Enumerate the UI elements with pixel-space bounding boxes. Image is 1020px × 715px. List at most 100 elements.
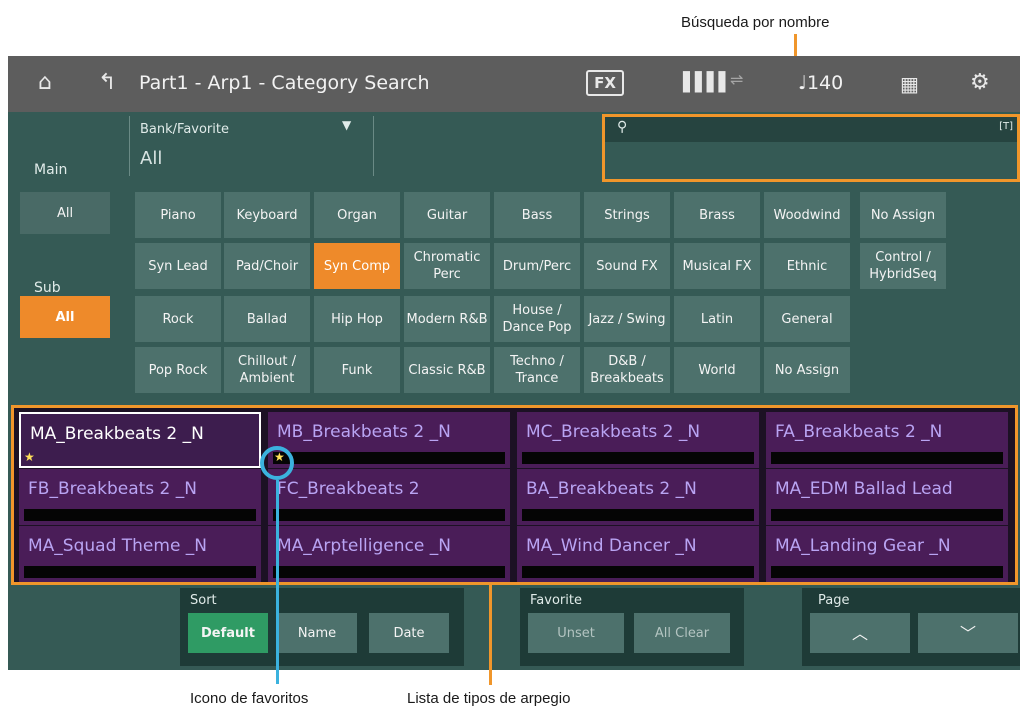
arp-type-name: MB_Breakbeats 2 _N: [277, 422, 451, 442]
main-label: Main: [34, 162, 68, 178]
tempo-display[interactable]: ♩140: [798, 72, 843, 94]
name-search-field[interactable]: ⚲ [T]: [602, 114, 1020, 182]
sub-category-d-b-breakbeats[interactable]: D&B / Breakbeats: [584, 347, 670, 393]
sub-category-jazz-swing[interactable]: Jazz / Swing: [584, 296, 670, 342]
favorite-star-icon: ★: [24, 450, 35, 464]
sub-category-classic-r-b[interactable]: Classic R&B: [404, 347, 490, 393]
arp-type-name: MA_Breakbeats 2 _N: [30, 424, 204, 444]
sub-category-latin[interactable]: Latin: [674, 296, 760, 342]
arp-type-bar: [273, 509, 505, 521]
main-category-pad-choir[interactable]: Pad/Choir: [224, 243, 310, 289]
main-category-keyboard[interactable]: Keyboard: [224, 192, 310, 238]
sort-name-button[interactable]: Name: [277, 613, 357, 653]
bank-label: Bank/Favorite: [140, 122, 229, 137]
annotation-arp-list: Lista de tipos de arpegio: [407, 690, 571, 707]
sub-category-house-dance-pop[interactable]: House / Dance Pop: [494, 296, 580, 342]
sub-category-rock[interactable]: Rock: [135, 296, 221, 342]
arp-type-bar: [771, 566, 1003, 578]
main-category-strings[interactable]: Strings: [584, 192, 670, 238]
back-arrow-icon[interactable]: ↰: [98, 70, 116, 95]
arp-type-item[interactable]: FA_Breakbeats 2 _N: [766, 412, 1008, 468]
arp-type-item[interactable]: MA_Arptelligence _N: [268, 526, 510, 582]
arp-type-item[interactable]: BA_Breakbeats 2 _N: [517, 469, 759, 525]
arp-type-item[interactable]: MC_Breakbeats 2 _N: [517, 412, 759, 468]
arp-type-name: MA_Arptelligence _N: [277, 536, 451, 556]
arp-type-item[interactable]: FC_Breakbeats 2: [268, 469, 510, 525]
main-category-piano[interactable]: Piano: [135, 192, 221, 238]
arp-type-bar: [771, 509, 1003, 521]
main-category-sound-fx[interactable]: Sound FX: [584, 243, 670, 289]
arp-type-name: FB_Breakbeats 2 _N: [28, 479, 197, 499]
arp-type-bar: [522, 509, 754, 521]
arp-type-item[interactable]: MA_Landing Gear _N: [766, 526, 1008, 582]
page-label: Page: [818, 593, 850, 608]
annotation-favorite-icon: Icono de favoritos: [190, 690, 309, 707]
sub-category-funk[interactable]: Funk: [314, 347, 400, 393]
arp-type-item[interactable]: MA_Wind Dancer _N: [517, 526, 759, 582]
sub-category-pop-rock[interactable]: Pop Rock: [135, 347, 221, 393]
arp-type-bar: [24, 566, 256, 578]
annotation-line-favorite: [276, 480, 279, 684]
search-input[interactable]: [605, 142, 1017, 179]
main-category-chromatic-perc[interactable]: Chromatic Perc: [404, 243, 490, 289]
grid-icon[interactable]: ▦: [900, 72, 919, 96]
page-down-button[interactable]: ﹀: [918, 613, 1018, 653]
arp-type-bar: [273, 566, 505, 578]
sub-category-no-assign[interactable]: No Assign: [764, 347, 850, 393]
main-category-no-assign[interactable]: No Assign: [860, 192, 946, 238]
arp-type-item[interactable]: MA_Squad Theme _N: [19, 526, 261, 582]
sub-category-ballad[interactable]: Ballad: [224, 296, 310, 342]
main-category-drum-perc[interactable]: Drum/Perc: [494, 243, 580, 289]
main-category-bass[interactable]: Bass: [494, 192, 580, 238]
top-bar: ⌂ ↰ Part1 - Arp1 - Category Search FX ▐▐…: [8, 56, 1020, 112]
sub-category-world[interactable]: World: [674, 347, 760, 393]
arp-type-name: MA_Landing Gear _N: [775, 536, 951, 556]
sub-category-techno-trance[interactable]: Techno / Trance: [494, 347, 580, 393]
sub-category-chillout-ambient[interactable]: Chillout / Ambient: [224, 347, 310, 393]
main-category-woodwind[interactable]: Woodwind: [764, 192, 850, 238]
arp-type-item[interactable]: MA_Breakbeats 2 _N ★: [19, 412, 261, 468]
main-category-syn-comp[interactable]: Syn Comp: [314, 243, 400, 289]
fx-indicator[interactable]: FX: [586, 70, 624, 96]
annotation-line-list: [489, 585, 492, 685]
main-category-ethnic[interactable]: Ethnic: [764, 243, 850, 289]
main-category-syn-lead[interactable]: Syn Lead: [135, 243, 221, 289]
main-category-musical-fx[interactable]: Musical FX: [674, 243, 760, 289]
arp-type-item[interactable]: MB_Breakbeats 2 _N ★: [268, 412, 510, 468]
sub-all-button[interactable]: All: [20, 296, 110, 338]
sub-label: Sub: [34, 280, 61, 296]
favorite-all-clear-button[interactable]: All Clear: [634, 613, 730, 653]
arp-type-name: MA_Wind Dancer _N: [526, 536, 697, 556]
arp-type-list: MA_Breakbeats 2 _N ★ MB_Breakbeats 2 _N ★ MC…: [11, 405, 1018, 585]
gear-icon[interactable]: ⚙: [970, 70, 990, 95]
arp-type-item[interactable]: FB_Breakbeats 2 _N: [19, 469, 261, 525]
favorite-unset-button[interactable]: Unset: [528, 613, 624, 653]
arp-type-bar: [273, 452, 505, 464]
arp-type-bar: [24, 509, 256, 521]
sort-label: Sort: [190, 593, 217, 608]
arp-type-item[interactable]: MA_EDM Ballad Lead: [766, 469, 1008, 525]
page-up-button[interactable]: ︿: [810, 613, 910, 653]
keyboard-icon: ▐▐▐▐: [676, 72, 725, 93]
page-title: Part1 - Arp1 - Category Search: [139, 72, 430, 94]
sub-category-general[interactable]: General: [764, 296, 850, 342]
favorite-label: Favorite: [530, 593, 582, 608]
main-all-button[interactable]: All: [20, 192, 110, 234]
main-category-organ[interactable]: Organ: [314, 192, 400, 238]
home-icon[interactable]: ⌂: [38, 70, 52, 95]
arp-type-bar: [771, 452, 1003, 464]
sort-date-button[interactable]: Date: [369, 613, 449, 653]
main-category-control-hybridseq[interactable]: Control / HybridSeq: [860, 243, 946, 289]
arp-type-name: MC_Breakbeats 2 _N: [526, 422, 701, 442]
sub-category-hip-hop[interactable]: Hip Hop: [314, 296, 400, 342]
bank-selector[interactable]: Bank/Favorite ▼ All: [129, 116, 374, 176]
sort-default-button[interactable]: Default: [188, 613, 268, 653]
arp-type-name: BA_Breakbeats 2 _N: [526, 479, 697, 499]
favorite-icon-callout: [260, 446, 294, 480]
sub-category-modern-r-b[interactable]: Modern R&B: [404, 296, 490, 342]
arp-type-name: MA_Squad Theme _N: [28, 536, 208, 556]
arp-type-bar: [522, 452, 754, 464]
main-category-guitar[interactable]: Guitar: [404, 192, 490, 238]
arp-type-name: MA_EDM Ballad Lead: [775, 479, 953, 499]
main-category-brass[interactable]: Brass: [674, 192, 760, 238]
